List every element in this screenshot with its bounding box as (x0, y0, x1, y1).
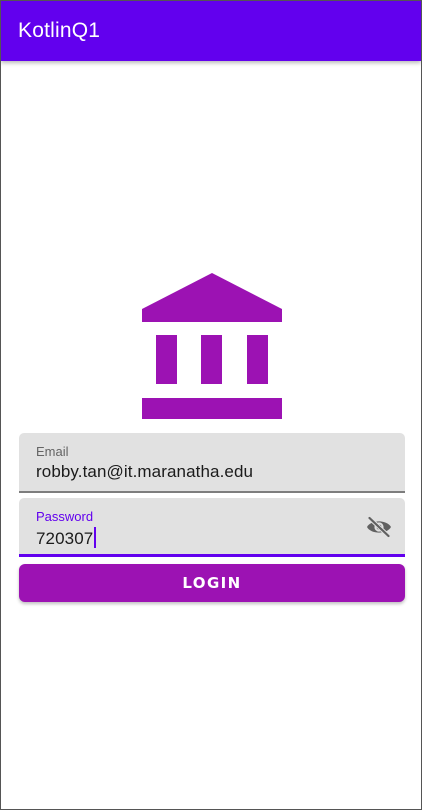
login-button[interactable]: LOGIN (19, 564, 405, 602)
email-label: Email (36, 444, 69, 459)
password-value: 720307 (36, 529, 94, 548)
login-screen: KotlinQ1 Email robby.tan@it.maranatha.ed… (0, 0, 422, 810)
password-field[interactable]: Password 720307 (19, 498, 405, 557)
password-label: Password (36, 509, 94, 524)
password-input[interactable]: 720307 (36, 527, 97, 549)
app-bar: KotlinQ1 (1, 1, 421, 61)
text-cursor (94, 527, 97, 548)
visibility-off-icon[interactable] (366, 516, 392, 538)
app-title: KotlinQ1 (18, 19, 101, 42)
bank-icon (142, 273, 282, 419)
email-input[interactable]: robby.tan@it.maranatha.edu (36, 462, 253, 482)
email-field[interactable]: Email robby.tan@it.maranatha.edu (19, 433, 405, 493)
